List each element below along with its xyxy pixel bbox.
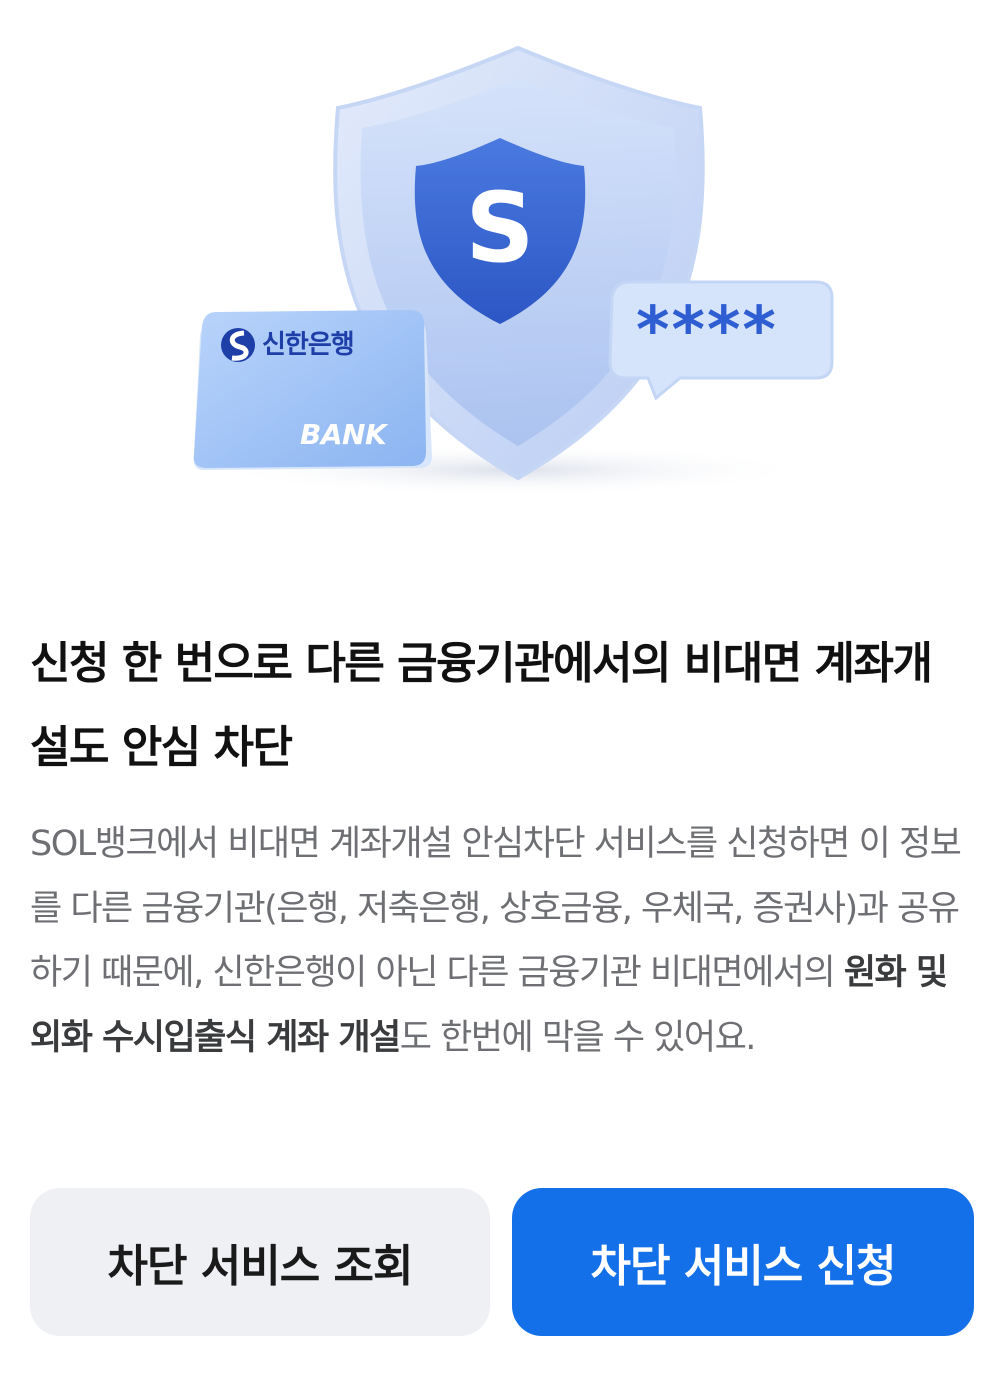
- page-headline: 신청 한 번으로 다른 금융기관에서의 비대면 계좌개설도 안심 차단: [30, 638, 933, 773]
- description-text-2: 도 한번에 막을 수 있어요.: [399, 1017, 757, 1058]
- shield-letter: S: [465, 172, 535, 284]
- password-mask-text: ****: [636, 294, 778, 368]
- description-text-1: SOL뱅크에서 비대면 계좌개설 안심차단 서비스를 신청하면 이 정보를 다른…: [30, 824, 962, 993]
- block-service-apply-button[interactable]: 차단 서비스 신청: [512, 1188, 974, 1336]
- hero-illustration: 신한은행 BANK S ****: [0, 0, 1000, 560]
- card-bank-label: BANK: [300, 418, 387, 451]
- card-brand-label: 신한은행: [262, 330, 355, 360]
- block-service-lookup-button[interactable]: 차단 서비스 조회: [30, 1188, 490, 1336]
- service-description: SOL뱅크에서 비대면 계좌개설 안심차단 서비스를 신청하면 이 정보를 다른…: [30, 812, 975, 1070]
